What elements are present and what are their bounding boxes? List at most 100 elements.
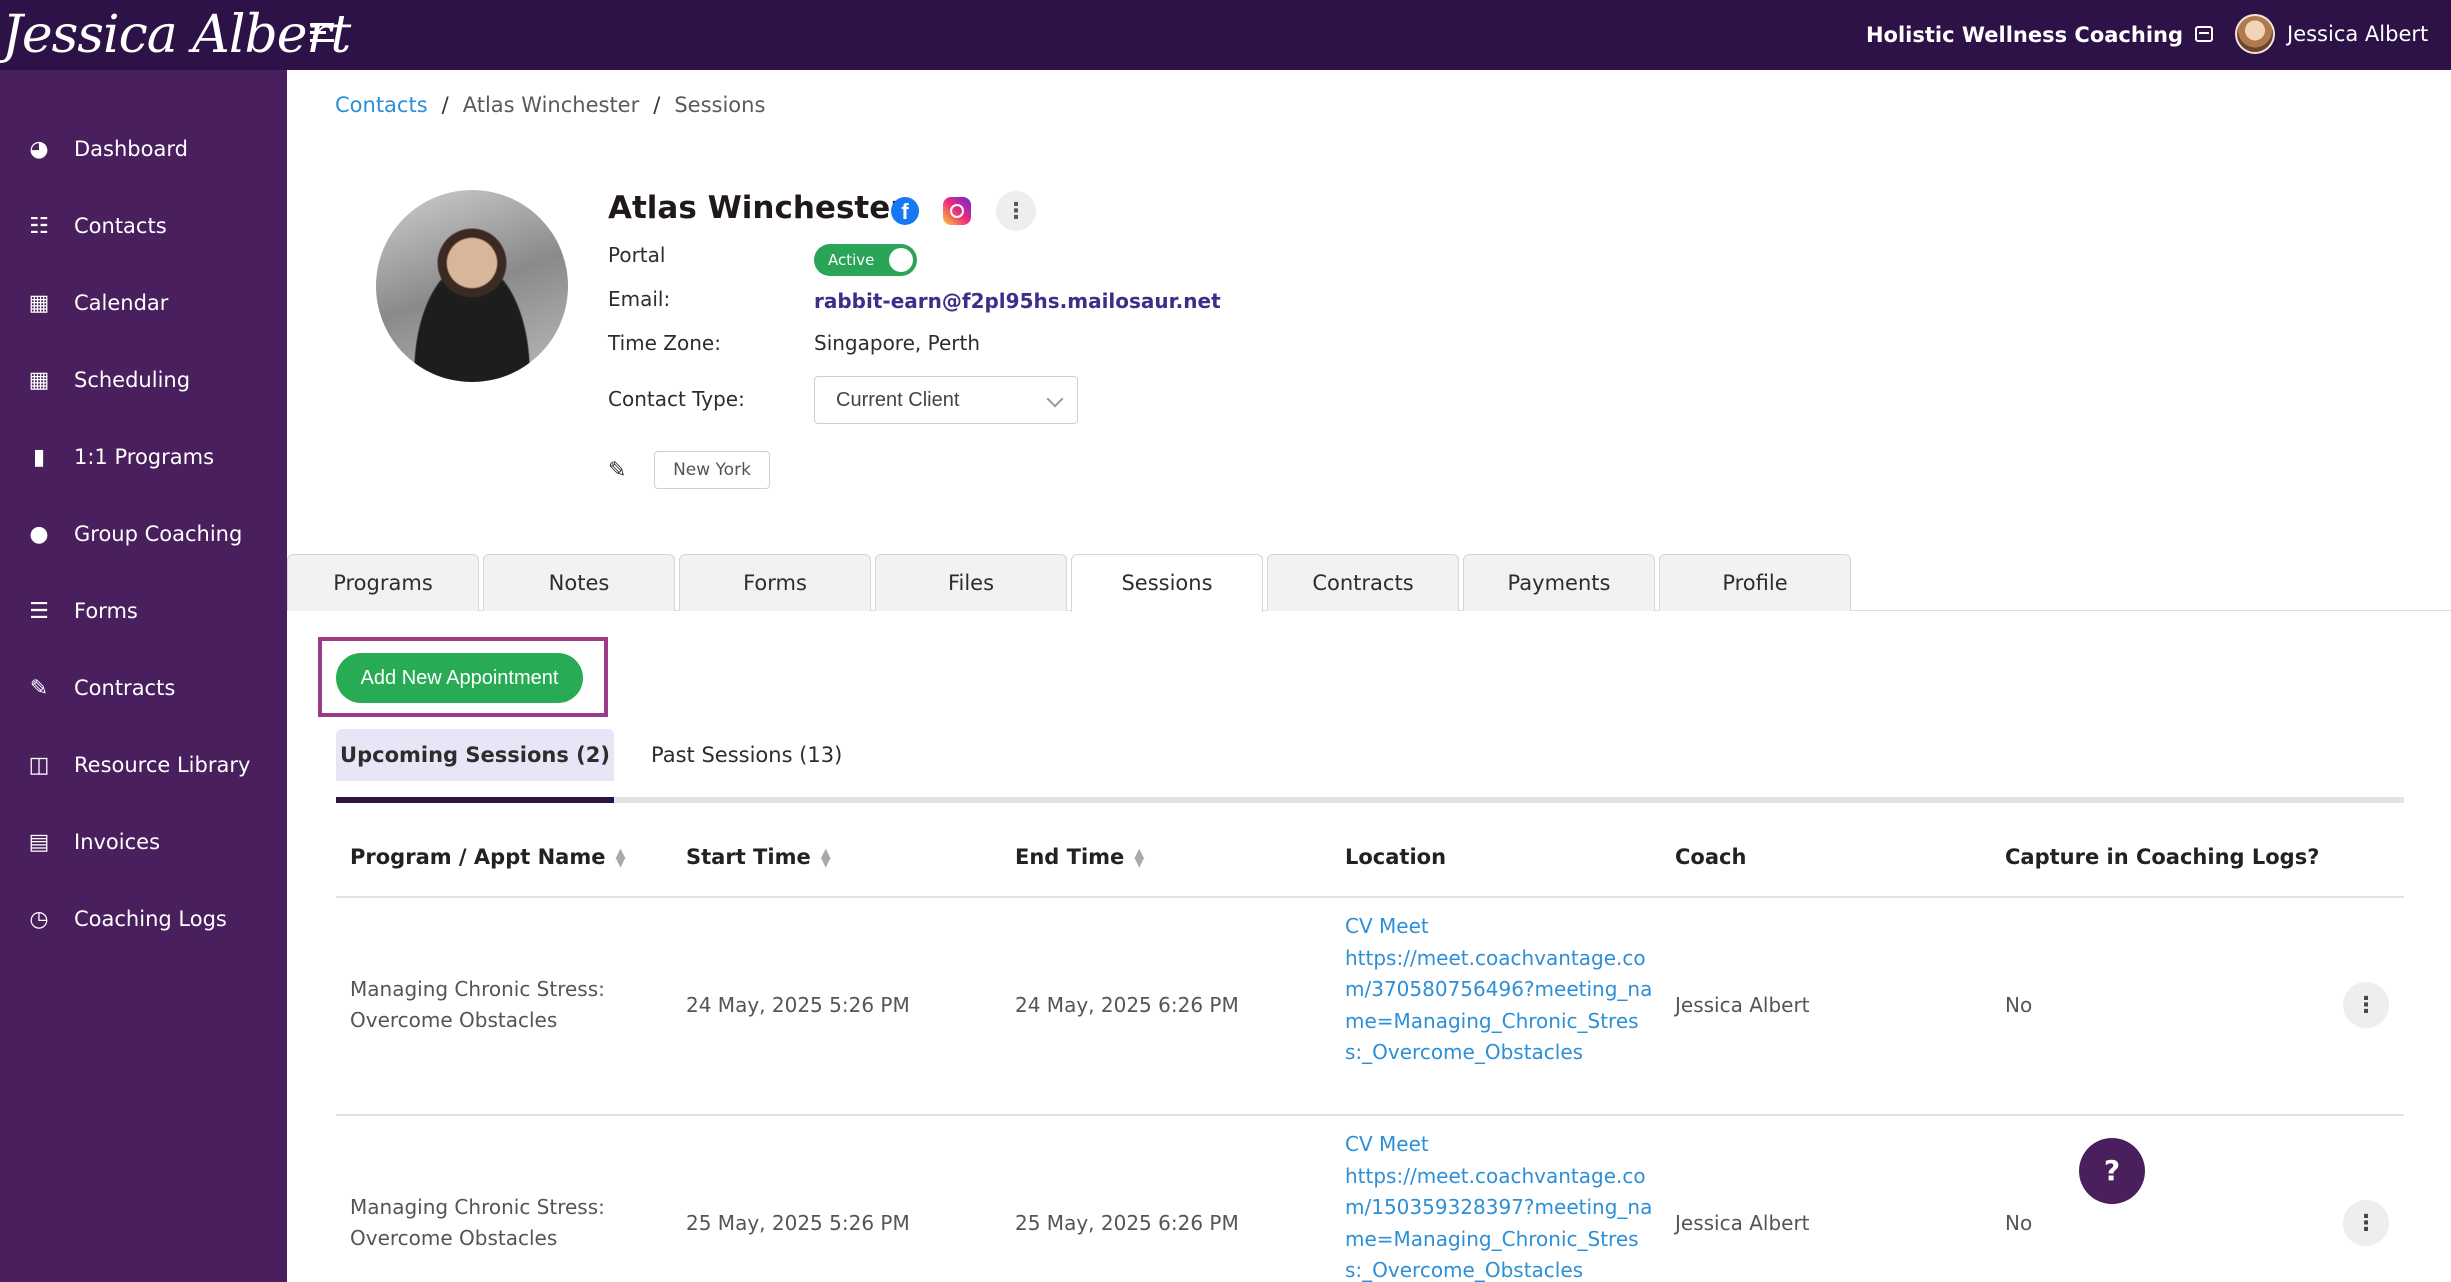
- invoice-icon: ▤: [28, 829, 50, 855]
- portal-label: Portal: [608, 243, 666, 267]
- instagram-icon[interactable]: [943, 197, 971, 225]
- contact-type-select[interactable]: Current Client: [814, 376, 1078, 424]
- program-name-line: Overcome Obstacles: [350, 1008, 558, 1032]
- sidebar-item-group-coaching[interactable]: ● Group Coaching: [0, 504, 287, 564]
- tab-forms[interactable]: Forms: [679, 554, 871, 611]
- program-name: Managing Chronic Stress: Overcome Obstac…: [350, 974, 605, 1036]
- end-time: 25 May, 2025 6:26 PM: [1015, 1211, 1239, 1235]
- forms-icon: ☰: [29, 598, 49, 624]
- top-bar: Jessica Albert Holistic Wellness Coachin…: [0, 0, 2451, 70]
- contact-photo[interactable]: [376, 190, 568, 382]
- sidebar-item-label: 1:1 Programs: [74, 445, 215, 469]
- contact-type-value: Current Client: [836, 389, 960, 411]
- sort-icon[interactable]: ▲ ▼: [1134, 847, 1144, 869]
- contact-more-options-button[interactable]: ⋮: [996, 191, 1036, 231]
- tab-programs[interactable]: Programs: [287, 554, 479, 611]
- tab-notes[interactable]: Notes: [483, 554, 675, 611]
- location-link[interactable]: CV Meet https://meet.coachvantage.com/15…: [1345, 1129, 1655, 1282]
- location-url: https://meet.coachvantage.com/3705807564…: [1345, 945, 1653, 1065]
- subtab-active-indicator: [336, 797, 614, 803]
- tab-profile[interactable]: Profile: [1659, 554, 1851, 611]
- breadcrumb-contacts-link[interactable]: Contacts: [335, 93, 428, 117]
- sidebar-item-label: Group Coaching: [74, 522, 243, 546]
- past-sessions-tab[interactable]: Past Sessions (13): [651, 729, 842, 781]
- capture-value: No: [2005, 1211, 2033, 1235]
- sidebar-item-label: Coaching Logs: [74, 907, 227, 931]
- contacts-icon: ☷: [29, 213, 49, 239]
- table-divider: [336, 896, 2404, 898]
- contact-tag[interactable]: New York: [654, 451, 770, 489]
- column-header-end-time[interactable]: End Time ▲ ▼: [1015, 845, 1144, 869]
- location-title: CV Meet: [1345, 1132, 1429, 1156]
- subtab-track: [336, 797, 2404, 803]
- column-header-capture: Capture in Coaching Logs?: [2005, 845, 2320, 869]
- book-icon: ▮: [32, 444, 46, 470]
- sidebar-item-label: Contracts: [74, 676, 176, 700]
- sidebar-item-scheduling[interactable]: ▦ Scheduling: [0, 350, 287, 410]
- sort-icon[interactable]: ▲ ▼: [821, 847, 831, 869]
- tab-files[interactable]: Files: [875, 554, 1067, 611]
- contact-email[interactable]: rabbit-earn@f2pl95hs.mailosaur.net: [814, 289, 1221, 313]
- menu-toggle-icon[interactable]: [310, 23, 334, 47]
- end-time: 24 May, 2025 6:26 PM: [1015, 993, 1239, 1017]
- column-header-label: End Time: [1015, 845, 1125, 869]
- facebook-icon[interactable]: f: [891, 197, 919, 225]
- inbox-icon[interactable]: [2195, 26, 2213, 42]
- sidebar-item-label: Contacts: [74, 214, 167, 238]
- location-link[interactable]: CV Meet https://meet.coachvantage.com/37…: [1345, 911, 1655, 1069]
- business-name[interactable]: Holistic Wellness Coaching: [1866, 0, 2183, 70]
- help-button[interactable]: ?: [2079, 1138, 2145, 1204]
- group-icon: ●: [29, 521, 49, 547]
- breadcrumb-separator: /: [653, 93, 661, 117]
- contact-type-label: Contact Type:: [608, 387, 745, 411]
- row-more-options-button[interactable]: ⋮: [2343, 982, 2389, 1028]
- sidebar-item-label: Invoices: [74, 830, 161, 854]
- breadcrumb-contact[interactable]: Atlas Winchester: [463, 93, 640, 117]
- coach-name: Jessica Albert: [1675, 1211, 1810, 1235]
- sidebar-item-label: Resource Library: [74, 753, 251, 777]
- timezone-label: Time Zone:: [608, 331, 721, 355]
- user-avatar[interactable]: [2235, 14, 2275, 54]
- start-time: 25 May, 2025 5:26 PM: [686, 1211, 910, 1235]
- sidebar-item-calendar[interactable]: ▦ Calendar: [0, 273, 287, 333]
- sidebar-item-invoices[interactable]: ▤ Invoices: [0, 812, 287, 872]
- sidebar-item-coaching-logs[interactable]: ◷ Coaching Logs: [0, 889, 287, 949]
- table-divider: [336, 1114, 2404, 1116]
- user-name[interactable]: Jessica Albert: [2287, 0, 2428, 68]
- sidebar-item-contacts[interactable]: ☷ Contacts: [0, 196, 287, 256]
- sidebar-item-forms[interactable]: ☰ Forms: [0, 581, 287, 641]
- column-header-label: Program / Appt Name: [350, 845, 606, 869]
- column-header-label: Start Time: [686, 845, 811, 869]
- location-title: CV Meet: [1345, 914, 1429, 938]
- row-more-options-button[interactable]: ⋮: [2343, 1200, 2389, 1246]
- sidebar-item-label: Forms: [74, 599, 138, 623]
- start-time: 24 May, 2025 5:26 PM: [686, 993, 910, 1017]
- sidebar-item-label: Calendar: [74, 291, 169, 315]
- email-label: Email:: [608, 287, 671, 311]
- sidebar-item-programs[interactable]: ▮ 1:1 Programs: [0, 427, 287, 487]
- sidebar-item-dashboard[interactable]: ◕ Dashboard: [0, 119, 287, 179]
- breadcrumb-current: Sessions: [674, 93, 766, 117]
- add-new-appointment-button[interactable]: Add New Appointment: [336, 653, 583, 703]
- breadcrumb: Contacts / Atlas Winchester / Sessions: [335, 93, 765, 117]
- sidebar-item-resource-library[interactable]: ◫ Resource Library: [0, 735, 287, 795]
- column-header-program[interactable]: Program / Appt Name ▲ ▼: [350, 845, 625, 869]
- contact-name: Atlas Winchester: [608, 190, 906, 226]
- contracts-icon: ✎: [29, 675, 49, 701]
- sort-icon[interactable]: ▲ ▼: [615, 847, 625, 869]
- sidebar-item-contracts[interactable]: ✎ Contracts: [0, 658, 287, 718]
- portal-status: Active: [828, 251, 875, 269]
- tab-payments[interactable]: Payments: [1463, 554, 1655, 611]
- tab-sessions[interactable]: Sessions: [1071, 554, 1263, 612]
- chevron-down-icon: [1046, 390, 1064, 408]
- tab-contracts[interactable]: Contracts: [1267, 554, 1459, 611]
- coach-name: Jessica Albert: [1675, 993, 1810, 1017]
- upcoming-sessions-tab[interactable]: Upcoming Sessions (2): [336, 729, 614, 781]
- breadcrumb-separator: /: [441, 93, 449, 117]
- program-name-line: Managing Chronic Stress:: [350, 1195, 605, 1219]
- edit-tags-icon[interactable]: ✎: [608, 458, 632, 483]
- brand-logo[interactable]: Jessica Albert: [0, 0, 351, 70]
- column-header-start-time[interactable]: Start Time ▲ ▼: [686, 845, 831, 869]
- dashboard-icon: ◕: [29, 136, 49, 162]
- portal-toggle[interactable]: Active: [814, 244, 917, 276]
